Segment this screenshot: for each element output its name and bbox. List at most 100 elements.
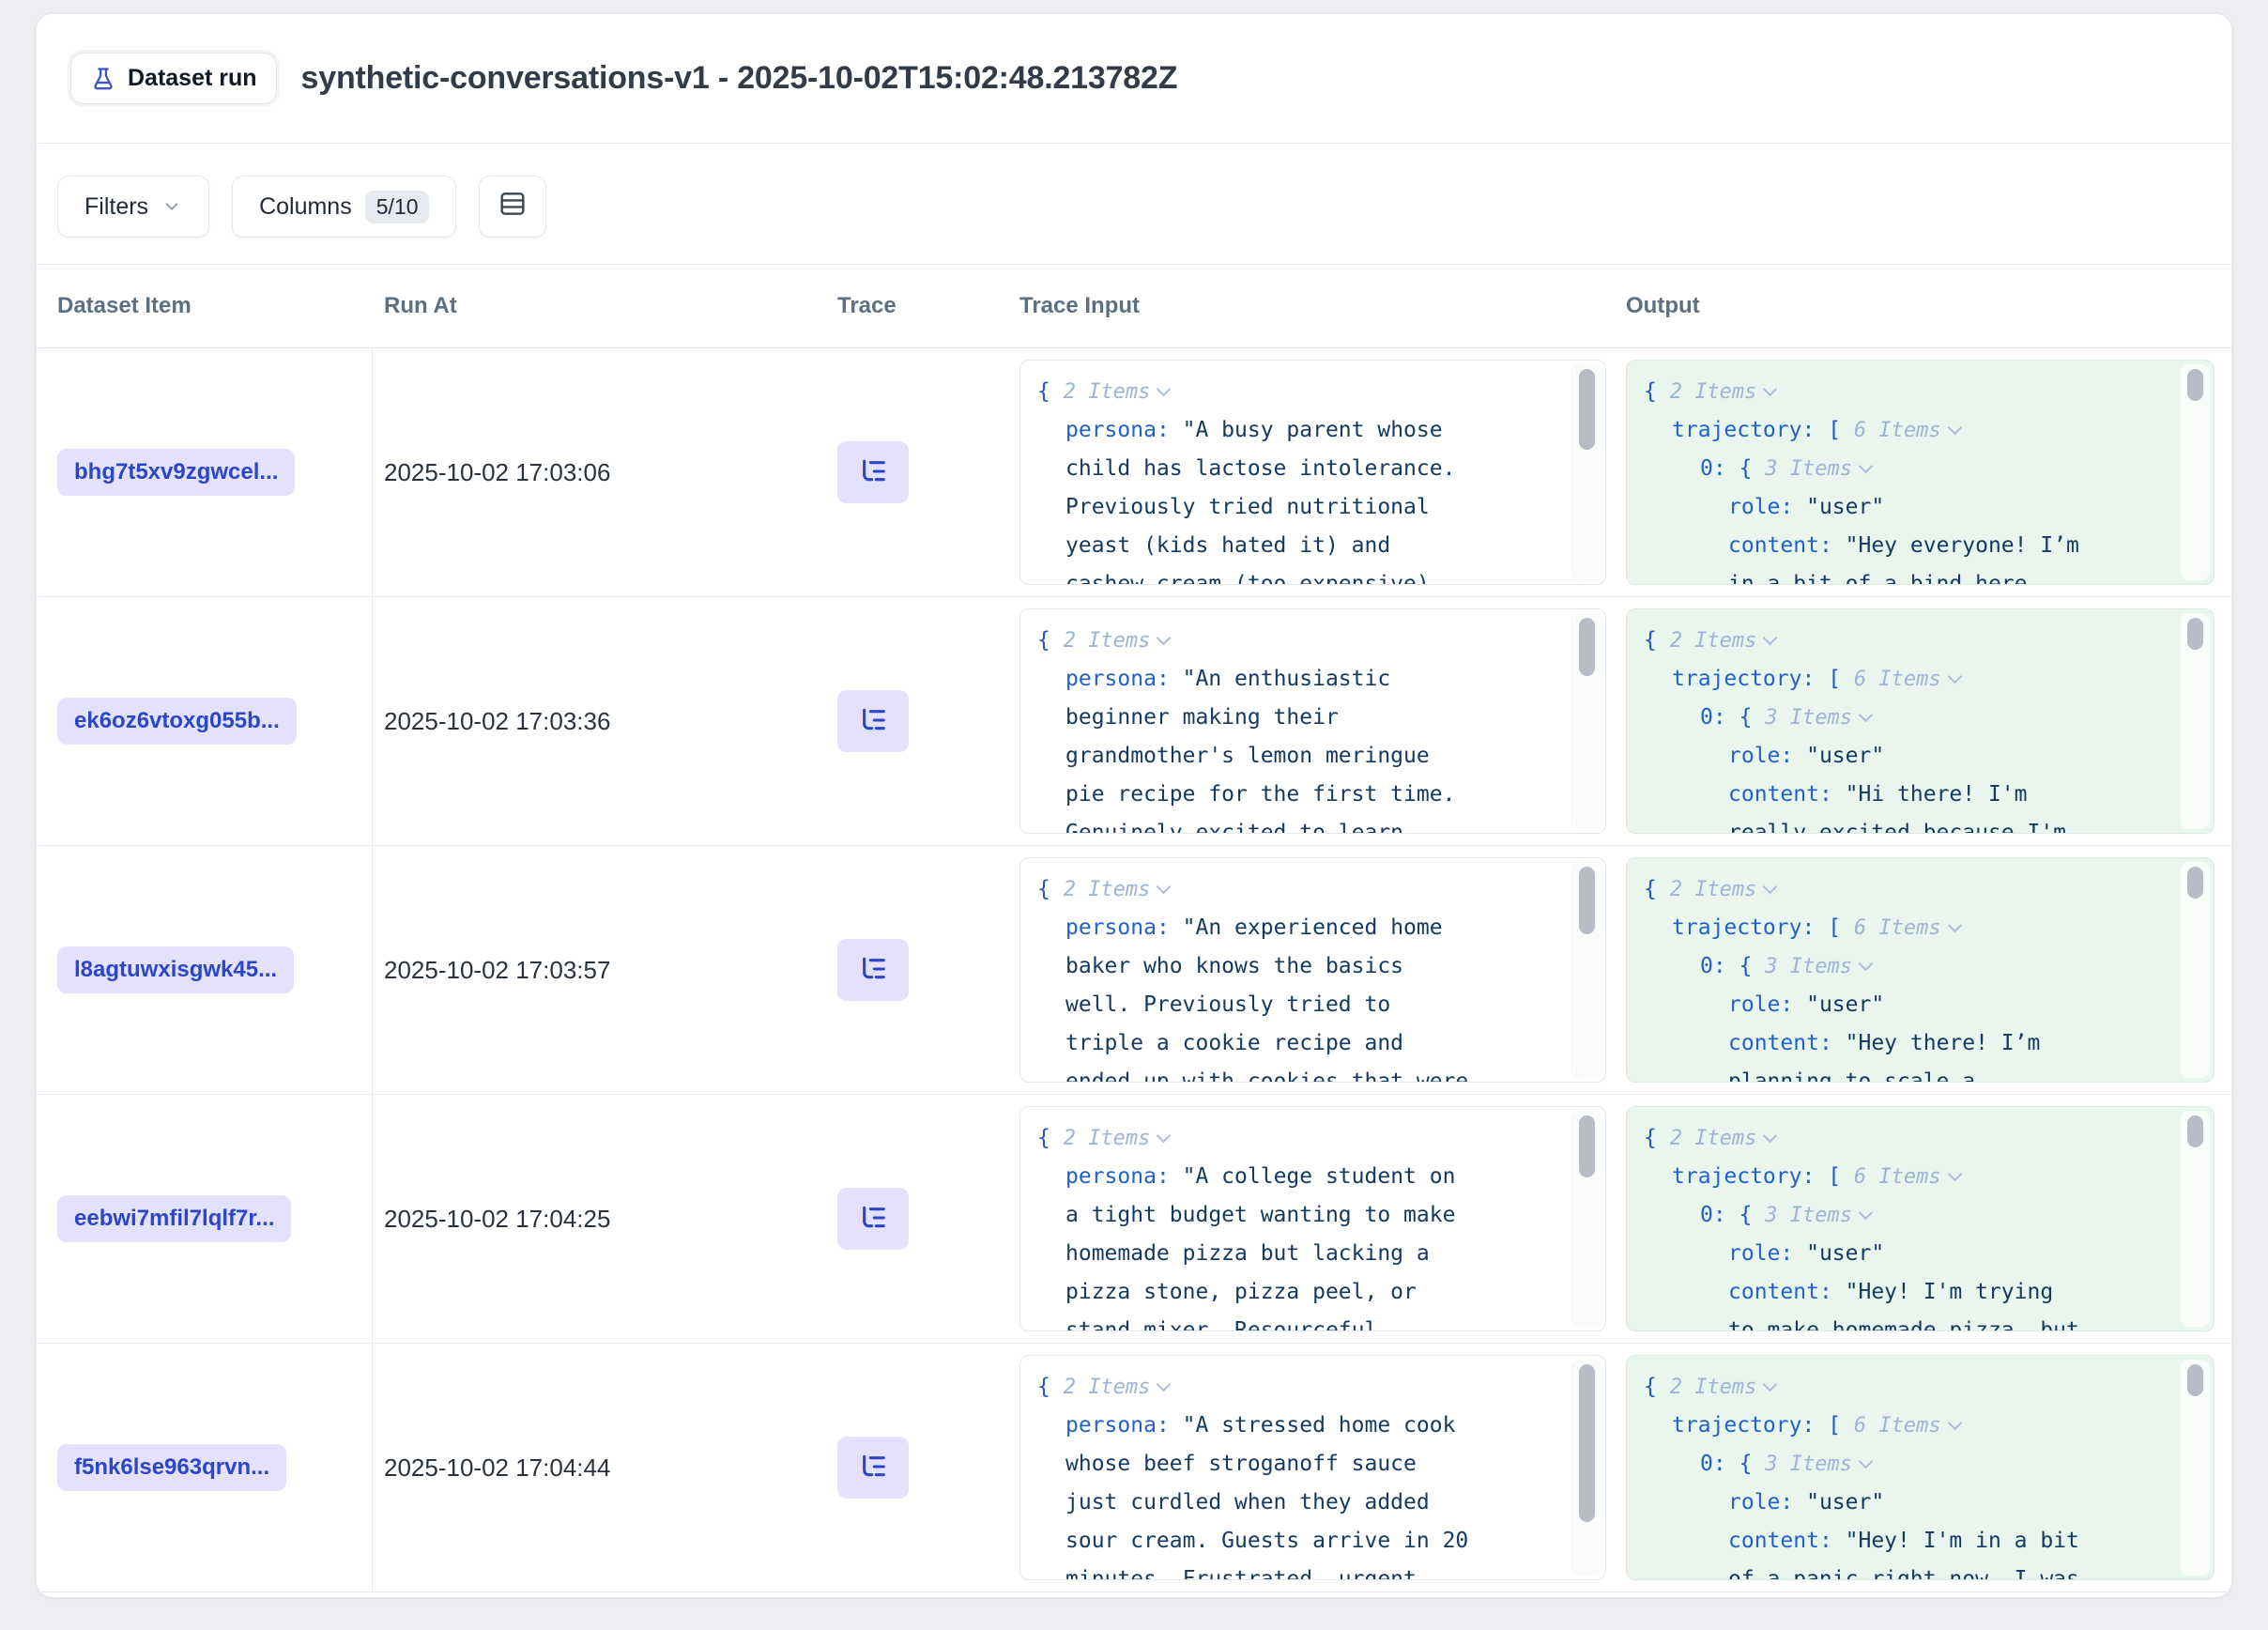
json-punctuation: :	[1780, 744, 1806, 768]
json-items-toggle[interactable]: 3 Items	[1765, 1204, 1852, 1227]
json-items-toggle[interactable]: 2 Items	[1670, 629, 1757, 653]
json-collapse-chevron-icon[interactable]	[1763, 1377, 1778, 1392]
json-value: "user"	[1806, 495, 1884, 519]
json-collapse-chevron-icon[interactable]	[1859, 708, 1874, 723]
trace-input-json-viewer[interactable]: { 2 Itemspersona: "A stressed home cookw…	[1019, 1355, 1606, 1580]
scrollbar-thumb[interactable]	[2187, 618, 2203, 650]
json-collapse-chevron-icon[interactable]	[1947, 669, 1962, 684]
json-collapse-chevron-icon[interactable]	[1763, 880, 1778, 895]
json-punctuation: {	[1037, 1126, 1064, 1150]
output-json-viewer[interactable]: { 2 Itemstrajectory: [ 6 Items0: { 3 Ite…	[1626, 608, 2214, 834]
json-lines: { 2 Itemspersona: "An experienced homeba…	[1020, 858, 1605, 1083]
json-punctuation: [	[1828, 1413, 1854, 1438]
column-header-run-at: Run At	[373, 265, 820, 347]
json-items-toggle[interactable]: 3 Items	[1765, 706, 1852, 730]
json-collapse-chevron-icon[interactable]	[1157, 1129, 1172, 1144]
json-items-toggle[interactable]: 3 Items	[1765, 955, 1852, 978]
json-collapse-chevron-icon[interactable]	[1947, 1416, 1962, 1431]
json-collapse-chevron-icon[interactable]	[1763, 1129, 1778, 1144]
columns-button-label: Columns	[259, 193, 352, 221]
dataset-item-badge[interactable]: l8agtuwxisgwk45...	[57, 946, 294, 993]
dataset-item-badge[interactable]: f5nk6lse963qrvn...	[57, 1444, 286, 1491]
json-collapse-chevron-icon[interactable]	[1947, 1167, 1962, 1182]
filters-button[interactable]: Filters	[57, 176, 209, 238]
json-items-toggle[interactable]: 2 Items	[1670, 1376, 1757, 1399]
json-collapse-chevron-icon[interactable]	[1763, 631, 1778, 646]
json-collapse-chevron-icon[interactable]	[1157, 382, 1172, 397]
json-punctuation: :	[1819, 1280, 1846, 1304]
json-punctuation: :	[1157, 418, 1183, 442]
json-key: role	[1728, 744, 1780, 768]
json-items-toggle[interactable]: 2 Items	[1064, 1127, 1151, 1150]
row-height-button[interactable]	[479, 176, 546, 238]
json-items-toggle[interactable]: 3 Items	[1765, 1453, 1852, 1476]
json-items-toggle[interactable]: 6 Items	[1854, 1414, 1941, 1438]
json-collapse-chevron-icon[interactable]	[1947, 918, 1962, 933]
json-value: well. Previously tried to	[1065, 992, 1390, 1017]
trace-input-json-viewer[interactable]: { 2 Itemspersona: "An experienced homeba…	[1019, 857, 1606, 1083]
scrollbar-thumb[interactable]	[1579, 369, 1595, 450]
scrollbar-thumb[interactable]	[2187, 369, 2203, 401]
json-punctuation: {	[1644, 1126, 1670, 1150]
scrollbar-thumb[interactable]	[1579, 867, 1595, 934]
scrollbar-thumb[interactable]	[2187, 1115, 2203, 1147]
json-collapse-chevron-icon[interactable]	[1763, 382, 1778, 397]
output-json-viewer[interactable]: { 2 Itemstrajectory: [ 6 Items0: { 3 Ite…	[1626, 360, 2214, 585]
output-json-viewer[interactable]: { 2 Itemstrajectory: [ 6 Items0: { 3 Ite…	[1626, 857, 2214, 1083]
json-items-toggle[interactable]: 6 Items	[1854, 916, 1941, 940]
json-items-toggle[interactable]: 6 Items	[1854, 419, 1941, 442]
json-value: just curdled when they added	[1065, 1490, 1430, 1515]
trace-button[interactable]	[837, 441, 909, 503]
list-tree-icon	[858, 954, 888, 987]
dataset-item-badge[interactable]: eebwi7mfil7lqlf7r...	[57, 1195, 291, 1242]
json-collapse-chevron-icon[interactable]	[1157, 1377, 1172, 1392]
json-items-toggle[interactable]: 3 Items	[1765, 457, 1852, 481]
trace-button[interactable]	[837, 1437, 909, 1499]
json-collapse-chevron-icon[interactable]	[1157, 631, 1172, 646]
json-value: beginner making their	[1065, 705, 1339, 730]
trace-input-json-viewer[interactable]: { 2 Itemspersona: "A college student ona…	[1019, 1106, 1606, 1331]
json-punctuation: {	[1037, 379, 1064, 404]
trace-button[interactable]	[837, 690, 909, 752]
json-collapse-chevron-icon[interactable]	[1157, 880, 1172, 895]
scrollbar-thumb[interactable]	[1579, 1364, 1595, 1522]
json-value: baker who knows the basics	[1065, 954, 1403, 978]
trace-button[interactable]	[837, 1188, 909, 1250]
json-lines: { 2 Itemstrajectory: [ 6 Items0: { 3 Ite…	[1627, 361, 2214, 585]
dataset-item-badge[interactable]: bhg7t5xv9zgwcel...	[57, 449, 295, 496]
output-json-viewer[interactable]: { 2 Itemstrajectory: [ 6 Items0: { 3 Ite…	[1626, 1106, 2214, 1331]
json-key: trajectory	[1672, 1164, 1801, 1189]
json-items-toggle[interactable]: 6 Items	[1854, 668, 1941, 691]
trace-input-json-viewer[interactable]: { 2 Itemspersona: "An enthusiasticbeginn…	[1019, 608, 1606, 834]
json-punctuation: {	[1644, 379, 1670, 404]
json-key: trajectory	[1672, 915, 1801, 940]
json-items-toggle[interactable]: 6 Items	[1854, 1165, 1941, 1189]
scrollbar-thumb[interactable]	[2187, 1364, 2203, 1396]
json-key: role	[1728, 1241, 1780, 1266]
json-items-toggle[interactable]: 2 Items	[1064, 629, 1151, 653]
json-items-toggle[interactable]: 2 Items	[1670, 878, 1757, 901]
json-collapse-chevron-icon[interactable]	[1859, 957, 1874, 972]
column-header-dataset-item: Dataset Item	[37, 265, 373, 347]
json-collapse-chevron-icon[interactable]	[1947, 421, 1962, 436]
json-value: child has lactose intolerance.	[1065, 456, 1455, 481]
json-items-toggle[interactable]: 2 Items	[1064, 1376, 1151, 1399]
trace-input-json-viewer[interactable]: { 2 Itemspersona: "A busy parent whosech…	[1019, 360, 1606, 585]
json-lines: { 2 Itemspersona: "A stressed home cookw…	[1020, 1356, 1605, 1580]
output-json-viewer[interactable]: { 2 Itemstrajectory: [ 6 Items0: { 3 Ite…	[1626, 1355, 2214, 1580]
json-collapse-chevron-icon[interactable]	[1859, 459, 1874, 474]
columns-button[interactable]: Columns 5/10	[232, 176, 456, 238]
dataset-item-badge[interactable]: ek6oz6vtoxg055b...	[57, 698, 297, 745]
json-items-toggle[interactable]: 2 Items	[1064, 380, 1151, 404]
json-punctuation: {	[1739, 705, 1766, 730]
json-items-toggle[interactable]: 2 Items	[1064, 878, 1151, 901]
json-collapse-chevron-icon[interactable]	[1859, 1206, 1874, 1221]
json-items-toggle[interactable]: 2 Items	[1670, 380, 1757, 404]
json-collapse-chevron-icon[interactable]	[1859, 1454, 1874, 1469]
scrollbar-thumb[interactable]	[2187, 867, 2203, 899]
json-value: really excited because I'm	[1728, 821, 2066, 834]
scrollbar-thumb[interactable]	[1579, 618, 1595, 676]
json-items-toggle[interactable]: 2 Items	[1670, 1127, 1757, 1150]
trace-button[interactable]	[837, 939, 909, 1001]
scrollbar-thumb[interactable]	[1579, 1115, 1595, 1177]
